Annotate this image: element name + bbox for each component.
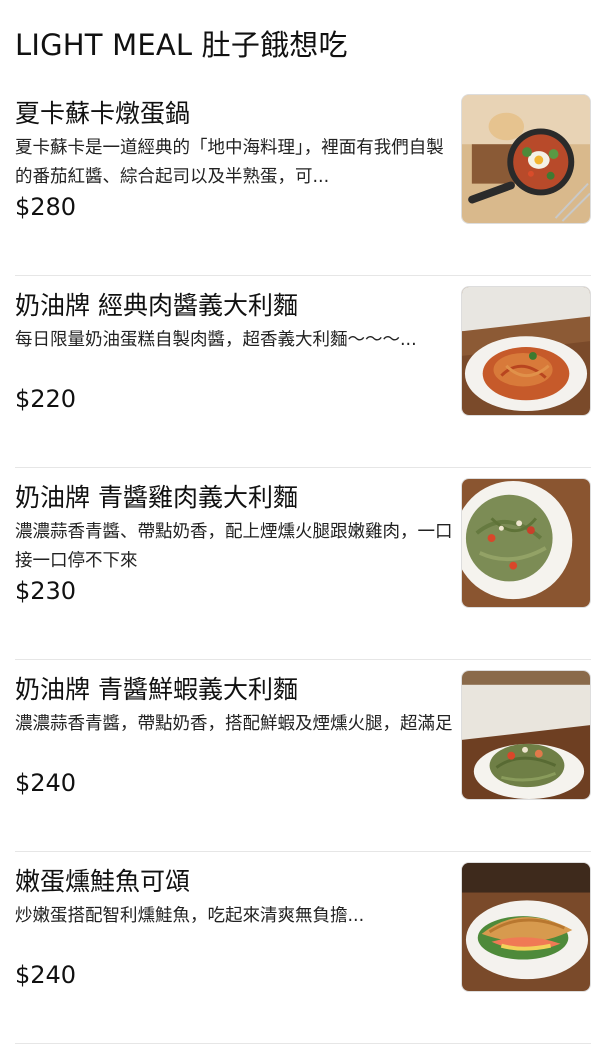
item-description: 濃濃蒜香青醬，帶點奶香，搭配鮮蝦及煙燻火腿，超滿足	[15, 714, 453, 734]
item-name: 奶油牌 青醬雞肉義大利麵	[15, 483, 298, 512]
item-name: 奶油牌 經典肉醬義大利麵	[15, 291, 298, 320]
menu-item[interactable]: 奶油牌 青醬鮮蝦義大利麵 濃濃蒜香青醬，帶點奶香，搭配鮮蝦及煙燻火腿，超滿足 $…	[15, 660, 591, 852]
item-price: $220	[15, 385, 77, 413]
page-title: LIGHT MEAL 肚子餓想吃	[15, 28, 348, 62]
item-name: 嫩蛋燻鮭魚可頌	[15, 867, 191, 896]
item-description: 夏卡蘇卡是一道經典的「地中海料理」，裡面有我們自製的番茄紅醬、綜合起司以及半熟蛋…	[15, 138, 444, 187]
item-description: 炒嫩蛋搭配智利燻鮭魚，吃起來清爽無負擔...	[15, 906, 365, 926]
item-description: 濃濃蒜香青醬、帶點奶香，配上煙燻火腿跟嫩雞肉，一口接一口停不下來	[15, 522, 453, 571]
item-name: 奶油牌 青醬鮮蝦義大利麵	[15, 675, 298, 704]
item-price: $240	[15, 769, 77, 797]
item-name: 夏卡蘇卡燉蛋鍋	[15, 99, 191, 128]
salmon-croissant-photo[interactable]	[461, 862, 591, 992]
pesto-chicken-pasta-photo[interactable]	[461, 478, 591, 608]
menu-list: 夏卡蘇卡燉蛋鍋 夏卡蘇卡是一道經典的「地中海料理」，裡面有我們自製的番茄紅醬、綜…	[0, 84, 604, 1044]
item-price: $240	[15, 961, 77, 989]
menu-item[interactable]: 夏卡蘇卡燉蛋鍋 夏卡蘇卡是一道經典的「地中海料理」，裡面有我們自製的番茄紅醬、綜…	[15, 84, 591, 276]
menu-item[interactable]: 嫩蛋燻鮭魚可頌 炒嫩蛋搭配智利燻鮭魚，吃起來清爽無負擔... $240	[15, 852, 591, 1044]
item-description: 每日限量奶油蛋糕自製肉醬，超香義大利麵～～～...	[15, 330, 417, 350]
pesto-shrimp-pasta-photo[interactable]	[461, 670, 591, 800]
item-price: $230	[15, 577, 77, 605]
shakshuka-photo[interactable]	[461, 94, 591, 224]
bolognese-pasta-photo[interactable]	[461, 286, 591, 416]
item-price: $280	[15, 193, 77, 221]
menu-item[interactable]: 奶油牌 青醬雞肉義大利麵 濃濃蒜香青醬、帶點奶香，配上煙燻火腿跟嫩雞肉，一口接一…	[15, 468, 591, 660]
menu-item[interactable]: 奶油牌 經典肉醬義大利麵 每日限量奶油蛋糕自製肉醬，超香義大利麵～～～... $…	[15, 276, 591, 468]
